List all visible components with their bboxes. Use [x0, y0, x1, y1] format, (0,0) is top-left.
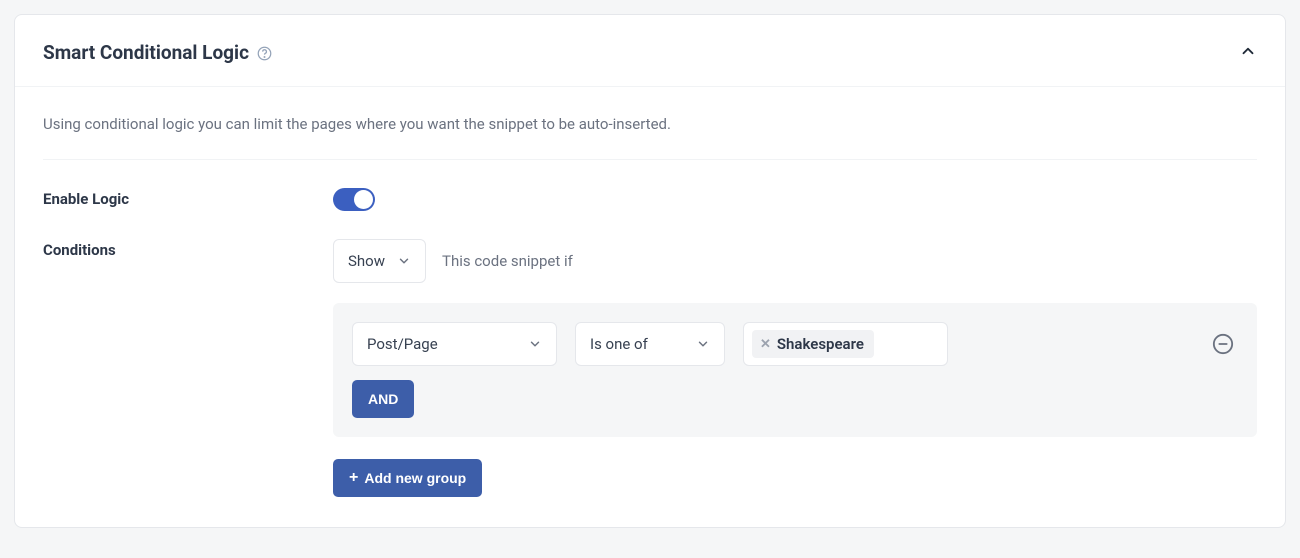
subject-select[interactable]: Post/Page [352, 322, 557, 366]
condition-rule-row: Post/Page Is one of [352, 322, 1238, 366]
remove-rule-button[interactable] [1212, 333, 1238, 355]
enable-logic-control [333, 188, 1257, 211]
subject-select-value: Post/Page [367, 335, 438, 353]
conditions-control: Show This code snippet if Post/Page [333, 239, 1257, 497]
and-button-label: AND [368, 391, 398, 407]
condition-action-row: Show This code snippet if [333, 239, 1257, 283]
chevron-down-icon [397, 254, 411, 268]
condition-group: Post/Page Is one of [333, 303, 1257, 437]
conditions-label: Conditions [43, 239, 333, 259]
close-icon[interactable]: ✕ [760, 337, 771, 352]
and-button[interactable]: AND [352, 380, 414, 418]
panel-title: Smart Conditional Logic [43, 41, 249, 64]
panel-body: Using conditional logic you can limit th… [15, 87, 1285, 527]
conditions-row: Conditions Show This code snippet if Pos… [43, 239, 1257, 497]
enable-logic-label: Enable Logic [43, 188, 333, 208]
conditional-logic-panel: Smart Conditional Logic Using conditiona… [14, 14, 1286, 528]
add-group-button[interactable]: + Add new group [333, 459, 482, 497]
plus-icon: + [349, 470, 358, 486]
enable-logic-toggle[interactable] [333, 188, 375, 211]
enable-logic-row: Enable Logic [43, 188, 1257, 211]
panel-description: Using conditional logic you can limit th… [43, 115, 1257, 160]
value-tag-label: Shakespeare [777, 335, 864, 353]
value-select[interactable]: ✕ Shakespeare [743, 322, 948, 366]
toggle-knob [354, 190, 373, 209]
operator-select[interactable]: Is one of [575, 322, 725, 366]
panel-header[interactable]: Smart Conditional Logic [15, 15, 1285, 87]
operator-select-value: Is one of [590, 335, 648, 353]
condition-hint: This code snippet if [442, 252, 573, 270]
action-select-value: Show [348, 252, 385, 270]
panel-title-wrap: Smart Conditional Logic [43, 41, 272, 64]
chevron-down-icon [528, 337, 542, 351]
add-group-label: Add new group [364, 470, 466, 486]
value-tag: ✕ Shakespeare [752, 330, 874, 358]
action-select[interactable]: Show [333, 239, 426, 283]
chevron-up-icon[interactable] [1239, 42, 1257, 64]
help-icon[interactable] [257, 46, 272, 61]
chevron-down-icon [696, 337, 710, 351]
